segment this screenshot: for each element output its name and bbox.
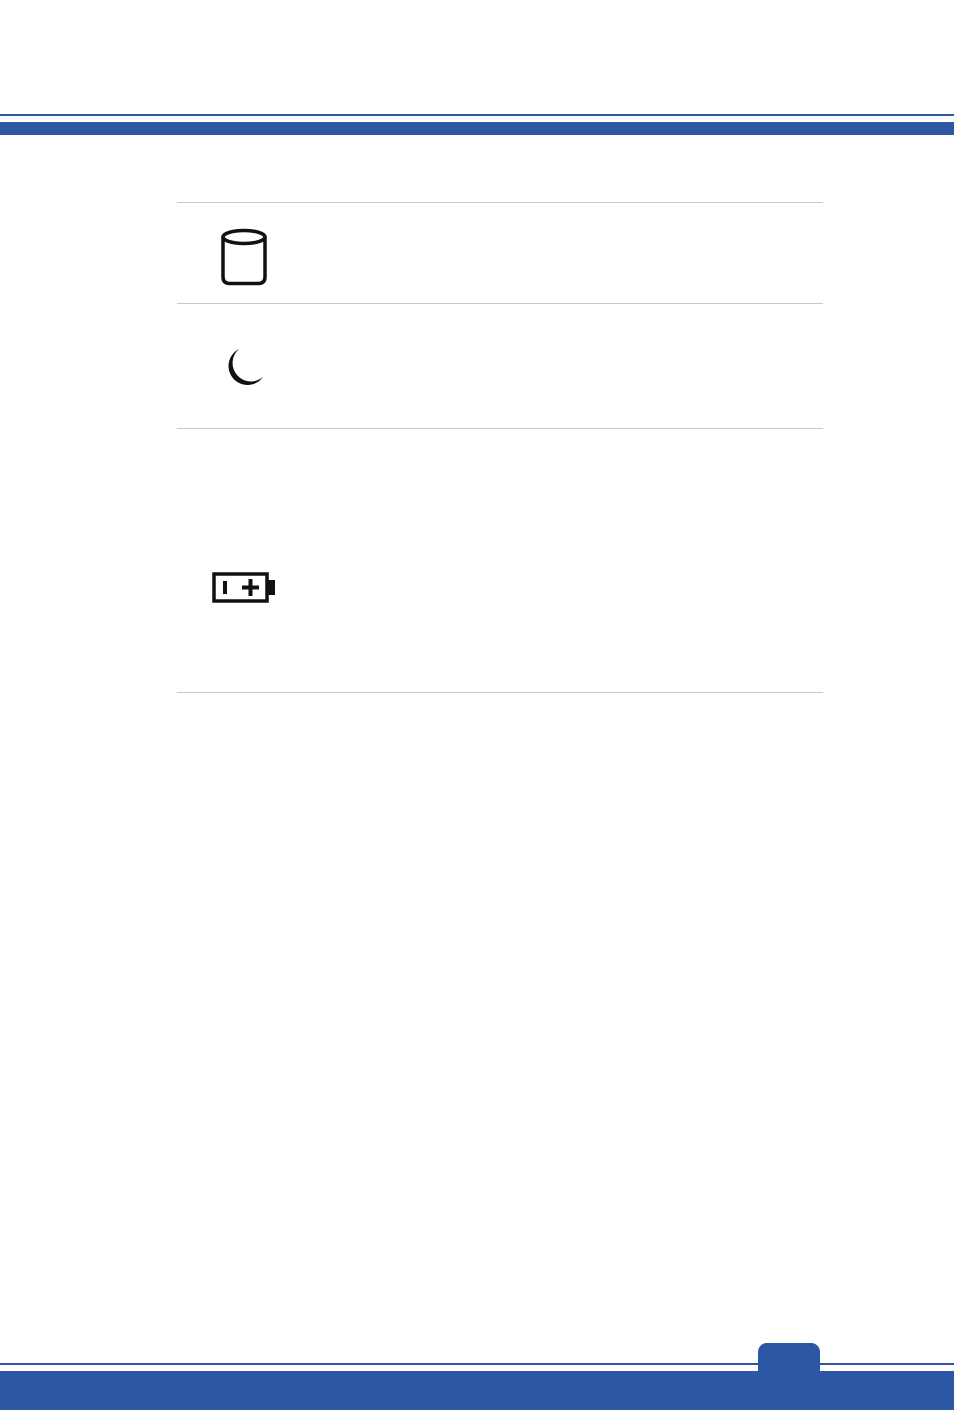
header-rule-thin [0, 114, 954, 116]
indicator-row-sleep [177, 303, 823, 428]
indicator-row-hdd [177, 202, 823, 303]
header-rule-thick [0, 122, 954, 135]
hard-disk-icon [221, 228, 267, 286]
indicator-row-battery [177, 428, 823, 693]
sleep-moon-icon [228, 349, 263, 385]
page-number-tab [758, 1343, 820, 1383]
battery-icon [212, 572, 275, 603]
indicator-table [177, 202, 823, 693]
